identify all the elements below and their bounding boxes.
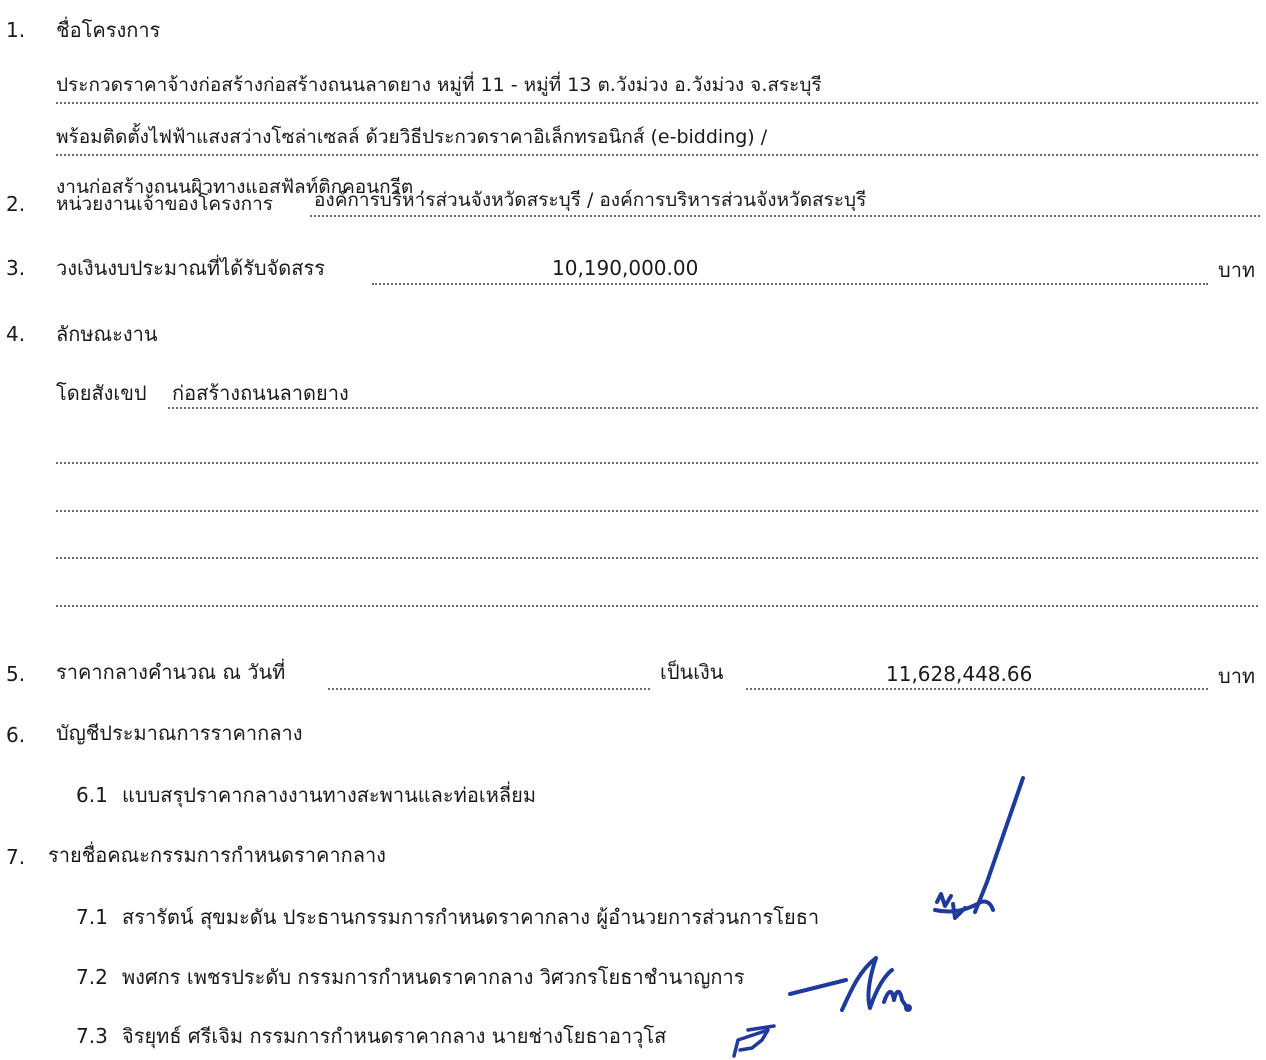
section-2-label: หน่วยงานเจ้าของโครงการ (56, 193, 273, 215)
committee-member-text: พงศกร เพชรประดับ กรรมการกำหนดราคากลาง วิ… (122, 965, 745, 989)
budget-value: 10,190,000.00 (552, 256, 699, 280)
section-4-label: ลักษณะงาน (56, 322, 158, 346)
amount-label: เป็นเงิน (660, 660, 724, 684)
dotted-line (56, 510, 1258, 512)
section-6-number: 6. (6, 723, 26, 747)
signature-1-image (933, 776, 1025, 920)
dotted-line (56, 557, 1258, 559)
section-5-number: 5. (6, 662, 26, 686)
section-7-label: รายชื่อคณะกรรมการกำหนดราคากลาง (48, 843, 386, 867)
dotted-line (310, 215, 1260, 217)
estimate-item-number: 6.1 (76, 783, 108, 807)
dotted-line (328, 688, 650, 690)
section-1-label: ชื่อโครงการ (56, 18, 161, 42)
dotted-line (56, 462, 1258, 464)
dotted-line (372, 283, 1208, 285)
section-1-number: 1. (6, 18, 26, 42)
section-3-label: วงเงินงบประมาณที่ได้รับจัดสรร (56, 256, 325, 280)
section-3-number: 3. (6, 256, 26, 280)
dotted-line (56, 102, 1258, 104)
dotted-line (56, 154, 1258, 156)
dotted-line (56, 605, 1258, 607)
amount-value: 11,628,448.66 (886, 662, 1033, 686)
signature-3-image (732, 1024, 776, 1058)
section-4-number: 4. (6, 322, 26, 346)
dotted-line (746, 688, 1208, 690)
dotted-line (168, 407, 1258, 409)
committee-member-number: 7.2 (76, 965, 108, 989)
estimate-item-text: แบบสรุปราคากลางงานทางสะพานและท่อเหลี่ยม (122, 783, 537, 807)
summary-label: โดยสังเขป (56, 381, 147, 405)
project-name-line-1: ประกวดราคาจ้างก่อสร้างก่อสร้างถนนลาดยาง … (56, 74, 822, 96)
budget-unit: บาท (1218, 258, 1256, 282)
project-owner-value: องค์การบริหารส่วนจังหวัดสระบุรี / องค์กา… (314, 189, 867, 211)
section-5-label: ราคากลางคำนวณ ณ วันที่ (56, 660, 286, 684)
committee-member-number: 7.1 (76, 905, 108, 929)
amount-unit: บาท (1218, 664, 1256, 688)
committee-member-number: 7.3 (76, 1024, 108, 1048)
project-name-line-2: พร้อมติดตั้งไฟฟ้าแสงสว่างโซล่าเซลล์ ด้วย… (56, 126, 768, 148)
section-7-number: 7. (6, 845, 26, 869)
section-6-label: บัญชีประมาณการราคากลาง (56, 721, 303, 745)
committee-member-text: สรารัตน์ สุขมะดัน ประธานกรรมการกำหนดราคา… (122, 905, 820, 929)
section-2-number: 2. (6, 192, 26, 216)
committee-member-text: จิรยุทธ์ ศรีเจิม กรรมการกำหนดราคากลาง นา… (122, 1024, 667, 1048)
summary-value: ก่อสร้างถนนลาดยาง (172, 381, 349, 405)
